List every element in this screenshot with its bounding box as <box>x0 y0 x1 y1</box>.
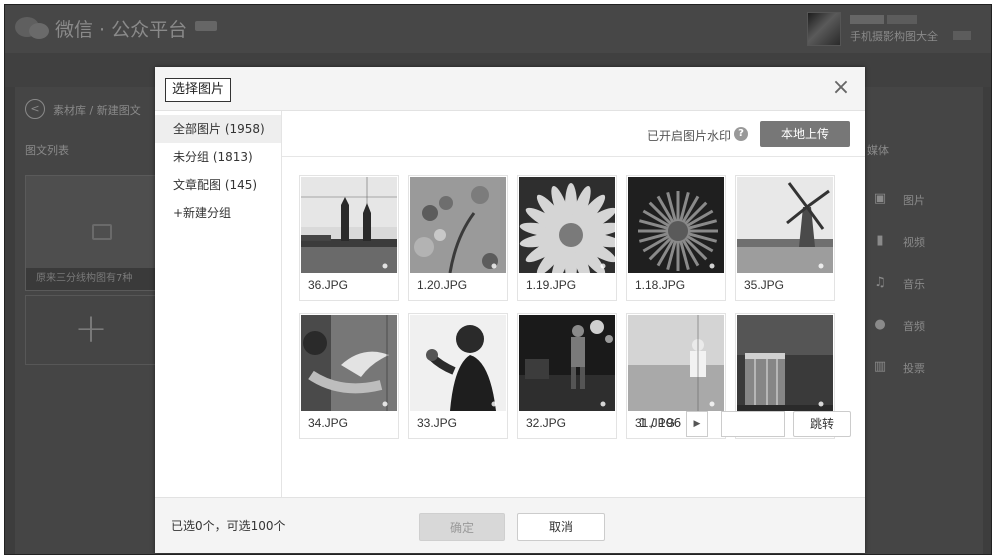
image-thumbnail[interactable]: 1.19.JPG <box>517 175 617 301</box>
wechat-logo-icon <box>15 13 51 41</box>
media-item-label: 投票 <box>903 362 925 375</box>
group-item[interactable]: 全部图片 (1958) <box>155 115 281 143</box>
dialog-header: 选择图片 × <box>155 67 865 111</box>
media-item-image[interactable]: ▣ 图片 <box>871 189 951 211</box>
image-icon: ▣ <box>873 191 887 206</box>
breadcrumb: 素材库 / 新建图文 <box>53 104 141 117</box>
image-placeholder-icon <box>92 224 112 240</box>
image-filename: 32.JPG <box>526 416 567 430</box>
media-item-vote[interactable]: ▥ 投票 <box>871 357 951 379</box>
group-item[interactable]: 未分组 (1813) <box>155 143 281 171</box>
thumbnail-photo <box>737 177 833 273</box>
thumbnail-photo <box>519 177 615 273</box>
user-name[interactable]: 手机摄影构图大全 <box>850 28 938 44</box>
select-image-dialog: 选择图片 × 全部图片 (1958) 未分组 (1813) 文章配图 (145) +新… <box>155 67 865 553</box>
image-filename: 1.18.JPG <box>635 278 686 292</box>
image-thumbnail[interactable]: 1.20.JPG <box>408 175 508 301</box>
pagination: 1 / 196 ▶ 跳转 <box>639 411 859 437</box>
group-item[interactable]: 文章配图 (145) <box>155 171 281 199</box>
dialog-footer: 已选0个，可选100个 确定 取消 <box>155 497 865 553</box>
group-item[interactable]: +新建分组 <box>155 199 281 227</box>
media-item-label: 音频 <box>903 320 925 333</box>
article-list-title: 图文列表 <box>25 144 69 157</box>
top-bar: 微信 · 公众平台 手机摄影构图大全 <box>5 5 991 53</box>
thumbnail-photo <box>628 315 724 411</box>
video-icon: ▮ <box>876 233 884 248</box>
vote-icon: ▥ <box>873 359 887 374</box>
page-info: 1 / 196 <box>639 416 682 430</box>
image-filename: 34.JPG <box>308 416 349 430</box>
user-avatar[interactable] <box>807 12 841 46</box>
thumbnail-photo <box>410 315 506 411</box>
user-tag <box>887 15 917 24</box>
image-filename: 1.20.JPG <box>417 278 468 292</box>
thumbnail-photo <box>628 177 724 273</box>
thumbnail-photo <box>301 315 397 411</box>
app-window: 微信 · 公众平台 手机摄影构图大全 < 素材库 / 新建图文 图文列表 原来三… <box>4 4 992 555</box>
page-number-input[interactable] <box>721 411 785 437</box>
user-tag <box>850 15 884 24</box>
local-upload-button[interactable]: 本地上传 <box>760 121 850 147</box>
dialog-title: 选择图片 <box>165 78 232 102</box>
image-thumbnail[interactable]: 33.JPG <box>408 313 508 439</box>
image-pane: 已开启图片水印 ? 本地上传 36.JPG 1.20.JPG 1.19.JPG 1.1… <box>282 111 865 497</box>
image-filename: 35.JPG <box>744 278 785 292</box>
article-caption: 原来三分线构图有7种 <box>26 268 158 290</box>
media-item-video[interactable]: ▮ 视频 <box>871 231 951 253</box>
image-filename: 36.JPG <box>308 278 349 292</box>
user-badge <box>953 31 971 40</box>
thumbnail-photo <box>519 315 615 411</box>
add-article-button[interactable]: + <box>25 295 157 365</box>
thumbnail-photo <box>737 315 833 411</box>
close-icon[interactable]: × <box>831 77 851 99</box>
next-page-button[interactable]: ▶ <box>686 411 708 437</box>
brand-title: 微信 · 公众平台 <box>55 19 188 41</box>
media-item-music[interactable]: ♫ 音乐 <box>871 273 951 295</box>
media-item-label: 图片 <box>903 194 925 207</box>
watermark-status: 已开启图片水印 <box>647 129 732 143</box>
image-thumbnail[interactable]: 32.JPG <box>517 313 617 439</box>
image-toolbar: 已开启图片水印 ? 本地上传 <box>282 111 865 157</box>
media-item-voice[interactable]: ● 音频 <box>871 315 951 337</box>
thumbnail-photo <box>301 177 397 273</box>
image-filename: 33.JPG <box>417 416 458 430</box>
media-item-label: 音乐 <box>903 278 925 291</box>
media-title: 媒体 <box>867 144 889 157</box>
image-thumbnail[interactable]: 34.JPG <box>299 313 399 439</box>
image-thumbnail[interactable]: 35.JPG <box>735 175 835 301</box>
help-icon[interactable]: ? <box>734 127 748 141</box>
music-icon: ♫ <box>874 275 886 290</box>
group-list: 全部图片 (1958) 未分组 (1813) 文章配图 (145) +新建分组 <box>155 111 282 497</box>
thumbnail-photo <box>410 177 506 273</box>
brand-badge <box>195 21 217 31</box>
article-card[interactable]: 原来三分线构图有7种 <box>25 175 158 291</box>
confirm-button[interactable]: 确定 <box>419 513 505 541</box>
image-thumbnail[interactable]: 36.JPG <box>299 175 399 301</box>
image-filename: 1.19.JPG <box>526 278 577 292</box>
media-item-label: 视频 <box>903 236 925 249</box>
back-arrow-icon[interactable]: < <box>25 99 45 119</box>
jump-button[interactable]: 跳转 <box>793 411 851 437</box>
voice-icon: ● <box>874 317 886 332</box>
selection-status: 已选0个，可选100个 <box>171 519 286 533</box>
cancel-button[interactable]: 取消 <box>517 513 605 541</box>
image-thumbnail[interactable]: 1.18.JPG <box>626 175 726 301</box>
